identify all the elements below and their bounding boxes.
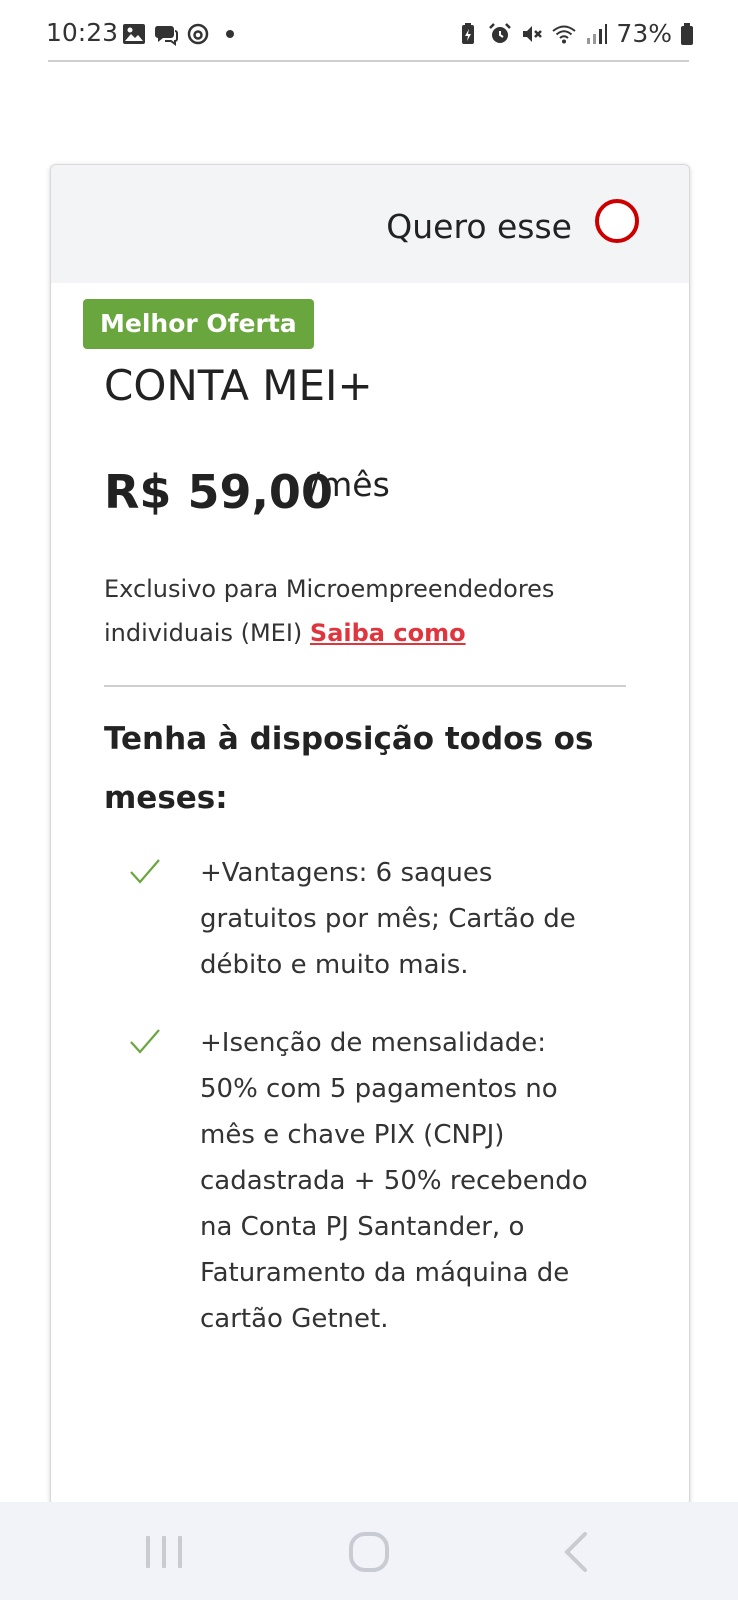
alarm-icon [489,22,512,43]
wifi-icon [552,25,577,43]
plan-description: Exclusivo para Microempreendedores indiv… [104,567,644,655]
notification-icons [122,22,242,46]
benefits-title: Tenha à disposição todos os meses: [104,721,594,816]
chat-icon [154,26,178,46]
navigation-bar [0,1502,738,1600]
benefit-text: +Isenção de mensalidade: 50% com 5 pagam… [200,1028,588,1334]
threads-icon [187,23,209,45]
plan-price: R$ 59,00 [104,465,333,519]
image-icon [123,24,145,44]
select-plan-radio[interactable] [595,199,639,243]
battery-saver-icon [462,22,475,44]
check-icon [130,859,160,884]
signal-icon [587,23,608,44]
battery-percentage: 73% [616,19,672,48]
dot-icon [226,30,234,38]
card-header[interactable]: Quero esse [51,165,689,283]
status-time: 10:23 [46,18,119,47]
benefit-text: +Vantagens: 6 saques gratuitos por mês; … [200,858,576,980]
mute-icon [523,25,543,42]
divider [104,685,626,687]
price-period: /mês [309,465,390,504]
learn-more-link[interactable]: Saiba como [310,619,466,647]
plan-name: CONTA MEI+ [104,361,373,410]
status-divider [48,60,689,62]
status-bar: 10:23 73% [0,0,738,62]
home-icon[interactable] [347,1530,391,1574]
system-icons: 73% [456,19,694,48]
select-plan-label[interactable]: Quero esse [386,207,572,246]
check-icon [130,1029,160,1054]
best-offer-badge: Melhor Oferta [83,299,314,349]
back-icon[interactable] [555,1530,599,1574]
plan-card: Quero esse Melhor Oferta CONTA MEI+ R$ 5… [50,164,690,1506]
battery-icon [681,22,693,45]
recent-apps-icon[interactable] [142,1530,186,1574]
